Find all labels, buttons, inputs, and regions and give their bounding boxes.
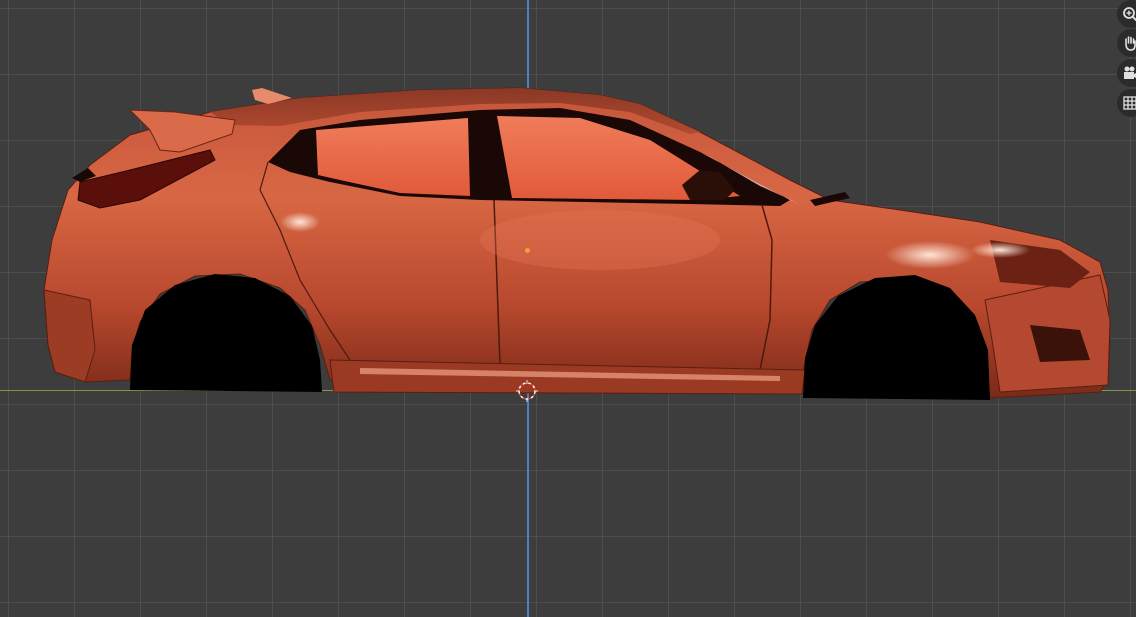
car-model[interactable] (0, 0, 1136, 617)
camera-button[interactable] (1117, 59, 1136, 87)
hand-icon (1125, 36, 1136, 51)
grid-icon (1123, 96, 1136, 110)
rear-fender-highlight (280, 212, 320, 232)
headlight-highlight (970, 242, 1030, 258)
hood-highlight (885, 241, 975, 269)
rear-bumper (43, 289, 96, 383)
3d-viewport[interactable] (0, 0, 1136, 617)
navigation-gizmo (1117, 0, 1136, 120)
magnifier-plus-icon (1123, 7, 1136, 22)
door-highlight (480, 210, 720, 270)
pan-button[interactable] (1117, 29, 1136, 57)
3d-cursor[interactable] (516, 380, 538, 402)
perspective-toggle-button[interactable] (1117, 89, 1136, 117)
object-origin[interactable] (525, 248, 530, 253)
camera-icon (1124, 66, 1136, 79)
zoom-button[interactable] (1117, 0, 1136, 28)
